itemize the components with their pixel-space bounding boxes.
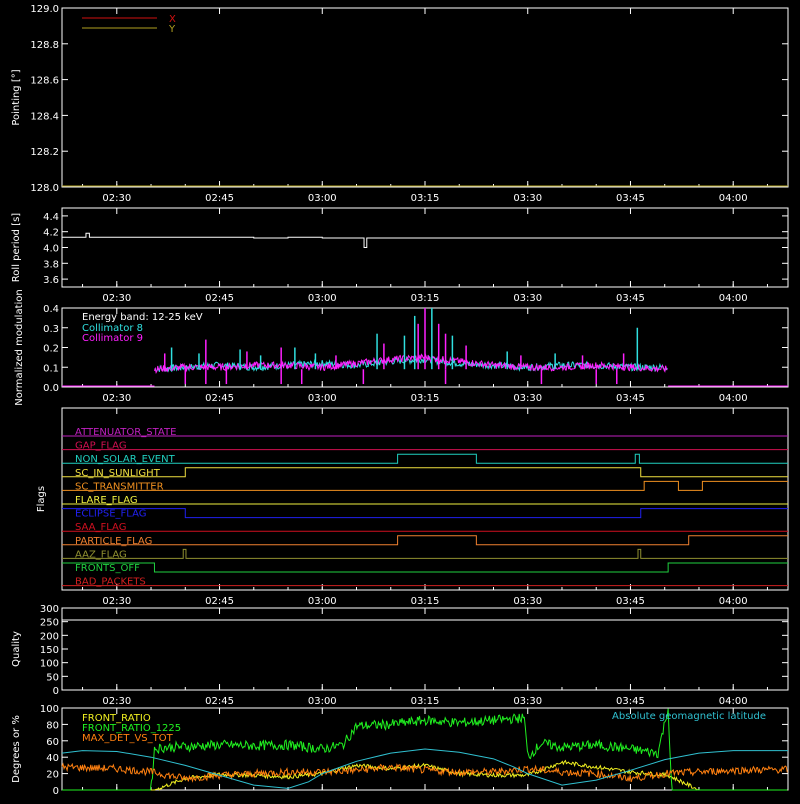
x-tick-label: 04:00: [719, 393, 748, 404]
y-tick-label: 0.0: [43, 383, 59, 394]
x-tick-label: 03:00: [308, 696, 337, 707]
x-tick-label: 03:45: [616, 696, 645, 707]
x-tick-label: 02:45: [205, 393, 234, 404]
telemetry-figure: 02:30 02:45 03:00 03:15 03:30 03:45 04:00 128.0…: [0, 0, 800, 800]
x-tick-label: 04:00: [719, 293, 748, 304]
x-tick-label: 02:30: [102, 696, 131, 707]
x-tick-label: 03:30: [513, 696, 542, 707]
x-tick-label: 02:30: [102, 293, 131, 304]
legend-entry: Y: [168, 24, 176, 35]
x-tick-label: 03:15: [411, 596, 440, 607]
y-tick-label: 150: [40, 645, 59, 656]
x-tick-label: 03:15: [411, 193, 440, 204]
y-tick-label: 4.2: [43, 228, 59, 239]
x-tick-label: 03:00: [308, 293, 337, 304]
x-tick-label: 03:30: [513, 596, 542, 607]
y-tick-label: 0.2: [43, 344, 59, 355]
y-tick-label: 0: [53, 786, 59, 797]
flag-label: FRONTS_OFF: [75, 563, 140, 574]
x-tick-label: 03:45: [616, 393, 645, 404]
y-tick-label: 0.3: [43, 324, 59, 335]
y-tick-label: 3.6: [43, 275, 59, 286]
y-axis-label: Pointing [°]: [11, 69, 22, 125]
x-tick-label: 03:00: [308, 596, 337, 607]
x-tick-label: 03:45: [616, 293, 645, 304]
y-tick-label: 60: [46, 737, 59, 748]
x-tick-label: 03:45: [616, 596, 645, 607]
x-tick-label: 02:30: [102, 596, 131, 607]
y-tick-label: 0.4: [43, 304, 59, 315]
x-tick-label: 04:00: [719, 696, 748, 707]
legend-entry: MAX_DET_VS_TOT: [82, 733, 174, 744]
geomagnetic-latitude-label: Absolute geomagnetic latitude: [612, 711, 766, 722]
y-tick-label: 128.6: [30, 76, 59, 87]
x-tick-label: 03:15: [411, 393, 440, 404]
x-tick-label: 03:00: [308, 393, 337, 404]
x-tick-label: 04:00: [719, 193, 748, 204]
x-tick-label: 03:45: [616, 193, 645, 204]
energy-band-annotation: Energy band: 12-25 keV: [82, 312, 203, 323]
y-tick-label: 200: [40, 631, 59, 642]
x-tick-label: 02:45: [205, 596, 234, 607]
legend-entry: Collimator 9: [82, 333, 143, 344]
y-tick-label: 250: [40, 618, 59, 629]
y-tick-label: 3.8: [43, 259, 59, 270]
x-tick-label: 03:30: [513, 293, 542, 304]
x-tick-label: 02:45: [205, 293, 234, 304]
x-tick-label: 03:15: [411, 696, 440, 707]
y-tick-label: 0.1: [43, 363, 59, 374]
y-tick-label: 128.8: [30, 40, 59, 51]
y-tick-label: 40: [46, 753, 59, 764]
y-tick-label: 4.0: [43, 244, 59, 255]
x-tick-label: 02:45: [205, 193, 234, 204]
y-axis-label: Normalized modulation: [14, 289, 25, 406]
y-tick-label: 300: [40, 604, 59, 615]
x-tick-label: 04:00: [719, 596, 748, 607]
y-tick-label: 80: [46, 720, 59, 731]
y-tick-label: 0: [53, 686, 59, 697]
y-tick-label: 100: [40, 659, 59, 670]
y-tick-label: 128.2: [30, 147, 59, 158]
x-tick-label: 03:00: [308, 193, 337, 204]
y-tick-label: 128.4: [30, 111, 59, 122]
x-tick-label: 03:30: [513, 393, 542, 404]
y-axis-label: Degrees or %: [11, 715, 22, 783]
y-axis-label: Flags: [36, 486, 47, 512]
y-tick-label: 20: [46, 770, 59, 781]
y-axis-label: Roll period [s]: [11, 213, 22, 282]
x-tick-label: 02:30: [102, 393, 131, 404]
y-tick-label: 50: [46, 672, 59, 683]
y-tick-label: 128.0: [30, 183, 59, 194]
y-tick-label: 100: [40, 704, 59, 715]
telemetry-chart-svg: 02:30 02:45 03:00 03:15 03:30 03:45 04:00 128.0…: [0, 0, 800, 800]
x-tick-label: 02:30: [102, 193, 131, 204]
y-axis-label: Quality: [11, 631, 22, 667]
x-tick-label: 03:30: [513, 193, 542, 204]
flag-label: ECLIPSE_FLAG: [75, 509, 146, 520]
x-tick-label: 02:45: [205, 696, 234, 707]
y-tick-label: 4.4: [43, 212, 59, 223]
x-tick-label: 03:15: [411, 293, 440, 304]
y-tick-label: 129.0: [30, 4, 59, 15]
